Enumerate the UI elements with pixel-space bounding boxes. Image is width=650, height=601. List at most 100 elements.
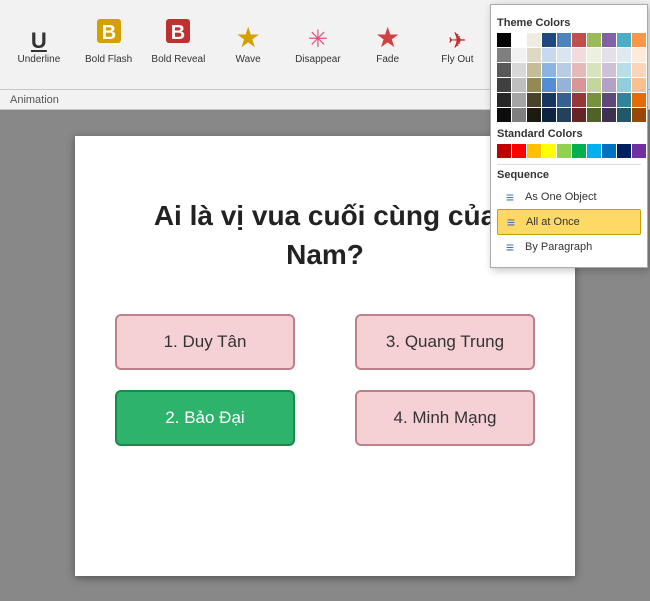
theme-color-cell[interactable]: [602, 63, 616, 77]
standard-color-cell[interactable]: [542, 144, 556, 158]
theme-color-cell[interactable]: [617, 108, 631, 122]
slide-options: 1. Duy Tân 3. Quang Trung 2. Bảo Đại 4. …: [95, 314, 555, 446]
ribbon-item-bold-reveal[interactable]: B Bold Reveal: [144, 13, 214, 70]
ribbon-item-wave[interactable]: ★ Wave: [213, 22, 283, 70]
theme-color-cell[interactable]: [497, 33, 511, 47]
standard-color-cell[interactable]: [617, 144, 631, 158]
theme-color-cell[interactable]: [632, 63, 646, 77]
theme-color-cell[interactable]: [617, 33, 631, 47]
theme-color-cell[interactable]: [632, 33, 646, 47]
theme-color-cell[interactable]: [512, 78, 526, 92]
theme-color-cell[interactable]: [497, 78, 511, 92]
standard-color-cell[interactable]: [632, 144, 646, 158]
theme-color-cell[interactable]: [542, 48, 556, 62]
standard-color-cell[interactable]: [587, 144, 601, 158]
theme-color-cell[interactable]: [527, 48, 541, 62]
sequence-icon-0: ≡: [501, 189, 519, 205]
standard-colors-title: Standard Colors: [497, 128, 641, 140]
standard-color-cell[interactable]: [602, 144, 616, 158]
standard-color-cell[interactable]: [497, 144, 511, 158]
disappear-label: Disappear: [295, 54, 341, 66]
theme-color-cell[interactable]: [587, 63, 601, 77]
standard-color-cell[interactable]: [572, 144, 586, 158]
theme-color-cell[interactable]: [512, 93, 526, 107]
theme-color-cell[interactable]: [617, 93, 631, 107]
theme-color-cell[interactable]: [557, 108, 571, 122]
theme-color-cell[interactable]: [527, 63, 541, 77]
standard-color-cell[interactable]: [527, 144, 541, 158]
theme-color-cell[interactable]: [557, 78, 571, 92]
theme-color-cell[interactable]: [587, 33, 601, 47]
theme-color-cell[interactable]: [587, 78, 601, 92]
theme-color-cell[interactable]: [497, 93, 511, 107]
theme-color-cell[interactable]: [602, 93, 616, 107]
ribbon-item-underline[interactable]: U Underline: [4, 28, 74, 70]
theme-color-cell[interactable]: [557, 33, 571, 47]
theme-color-cell[interactable]: [527, 93, 541, 107]
theme-color-cell[interactable]: [557, 63, 571, 77]
theme-colors-title: Theme Colors: [497, 17, 641, 29]
standard-color-cell[interactable]: [512, 144, 526, 158]
bold-flash-icon: B: [93, 15, 125, 52]
theme-color-cell[interactable]: [617, 78, 631, 92]
theme-color-cell[interactable]: [527, 108, 541, 122]
theme-color-cell[interactable]: [572, 33, 586, 47]
theme-color-cell[interactable]: [587, 108, 601, 122]
popup-divider: [497, 164, 641, 165]
sequence-title: Sequence: [497, 169, 641, 181]
ribbon-item-fly-out[interactable]: ✈ Fly Out: [423, 28, 493, 70]
theme-color-cell[interactable]: [587, 93, 601, 107]
theme-color-cell[interactable]: [512, 48, 526, 62]
svg-text:B: B: [171, 22, 185, 44]
standard-color-cell[interactable]: [557, 144, 571, 158]
theme-color-cell[interactable]: [572, 108, 586, 122]
theme-color-cell[interactable]: [497, 48, 511, 62]
theme-color-cell[interactable]: [572, 63, 586, 77]
theme-color-cell[interactable]: [587, 48, 601, 62]
theme-color-cell[interactable]: [602, 33, 616, 47]
theme-color-cell[interactable]: [542, 63, 556, 77]
ribbon-item-bold-flash[interactable]: B Bold Flash: [74, 13, 144, 70]
theme-color-cell[interactable]: [497, 63, 511, 77]
theme-color-cell[interactable]: [632, 93, 646, 107]
option-3[interactable]: 3. Quang Trung: [355, 314, 535, 370]
theme-color-cell[interactable]: [632, 108, 646, 122]
ribbon-item-fade[interactable]: ★ Fade: [353, 22, 423, 70]
theme-color-cell[interactable]: [542, 93, 556, 107]
theme-color-cell[interactable]: [632, 78, 646, 92]
theme-color-cell[interactable]: [572, 78, 586, 92]
theme-color-cell[interactable]: [557, 48, 571, 62]
sequence-item-2[interactable]: ≡ By Paragraph: [497, 235, 641, 259]
slide-title: Ai là vị vua cuối cùng củaNam?: [154, 196, 496, 274]
theme-color-cell[interactable]: [557, 93, 571, 107]
theme-color-cell[interactable]: [572, 93, 586, 107]
theme-color-cell[interactable]: [542, 108, 556, 122]
wave-label: Wave: [236, 54, 261, 66]
option-1[interactable]: 1. Duy Tân: [115, 314, 295, 370]
theme-color-cell[interactable]: [542, 78, 556, 92]
theme-color-cell[interactable]: [512, 108, 526, 122]
theme-color-cell[interactable]: [632, 48, 646, 62]
fly-out-label: Fly Out: [441, 54, 473, 66]
option-2[interactable]: 2. Bảo Đại: [115, 390, 295, 446]
sequence-item-0[interactable]: ≡ As One Object: [497, 185, 641, 209]
theme-color-cell[interactable]: [617, 48, 631, 62]
ribbon-item-disappear[interactable]: ✳ Disappear: [283, 26, 353, 70]
sequence-item-1[interactable]: ≡ All at Once: [497, 209, 641, 235]
theme-color-cell[interactable]: [572, 48, 586, 62]
theme-color-cell[interactable]: [512, 33, 526, 47]
bold-reveal-icon: B: [162, 15, 194, 52]
sequence-label-1: All at Once: [526, 216, 580, 228]
theme-color-cell[interactable]: [617, 63, 631, 77]
theme-color-cell[interactable]: [497, 108, 511, 122]
theme-color-cell[interactable]: [542, 33, 556, 47]
theme-color-cell[interactable]: [527, 78, 541, 92]
theme-color-cell[interactable]: [602, 78, 616, 92]
theme-color-cell[interactable]: [527, 33, 541, 47]
sequence-label-2: By Paragraph: [525, 241, 592, 253]
theme-color-cell[interactable]: [602, 108, 616, 122]
theme-colors-grid: [497, 33, 641, 122]
theme-color-cell[interactable]: [602, 48, 616, 62]
theme-color-cell[interactable]: [512, 63, 526, 77]
option-4[interactable]: 4. Minh Mạng: [355, 390, 535, 446]
